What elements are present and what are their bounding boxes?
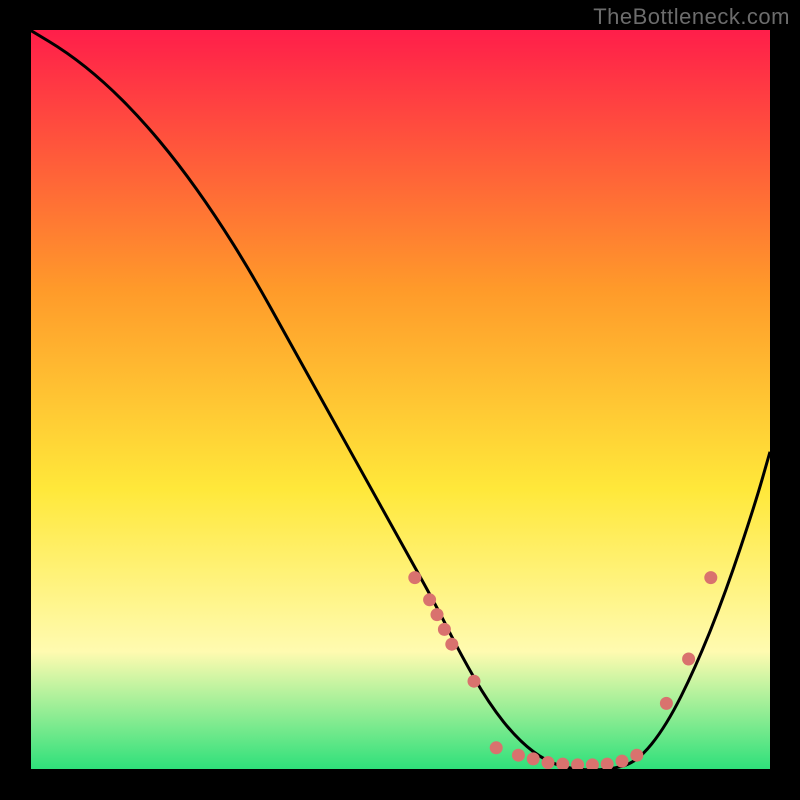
data-marker — [527, 752, 540, 765]
data-marker — [682, 653, 695, 666]
data-marker — [616, 755, 629, 768]
data-marker — [438, 623, 451, 636]
data-marker — [630, 749, 643, 762]
chart-container: TheBottleneck.com — [0, 0, 800, 800]
gradient-background — [30, 30, 770, 770]
data-marker — [512, 749, 525, 762]
data-marker — [490, 741, 503, 754]
plot-area — [30, 30, 770, 770]
data-marker — [423, 593, 436, 606]
data-marker — [542, 756, 555, 769]
data-marker — [704, 571, 717, 584]
data-marker — [445, 638, 458, 651]
chart-svg — [30, 30, 770, 770]
data-marker — [601, 758, 614, 770]
watermark-label: TheBottleneck.com — [593, 4, 790, 30]
data-marker — [408, 571, 421, 584]
data-marker — [468, 675, 481, 688]
data-marker — [431, 608, 444, 621]
data-marker — [660, 697, 673, 710]
data-marker — [556, 758, 569, 770]
